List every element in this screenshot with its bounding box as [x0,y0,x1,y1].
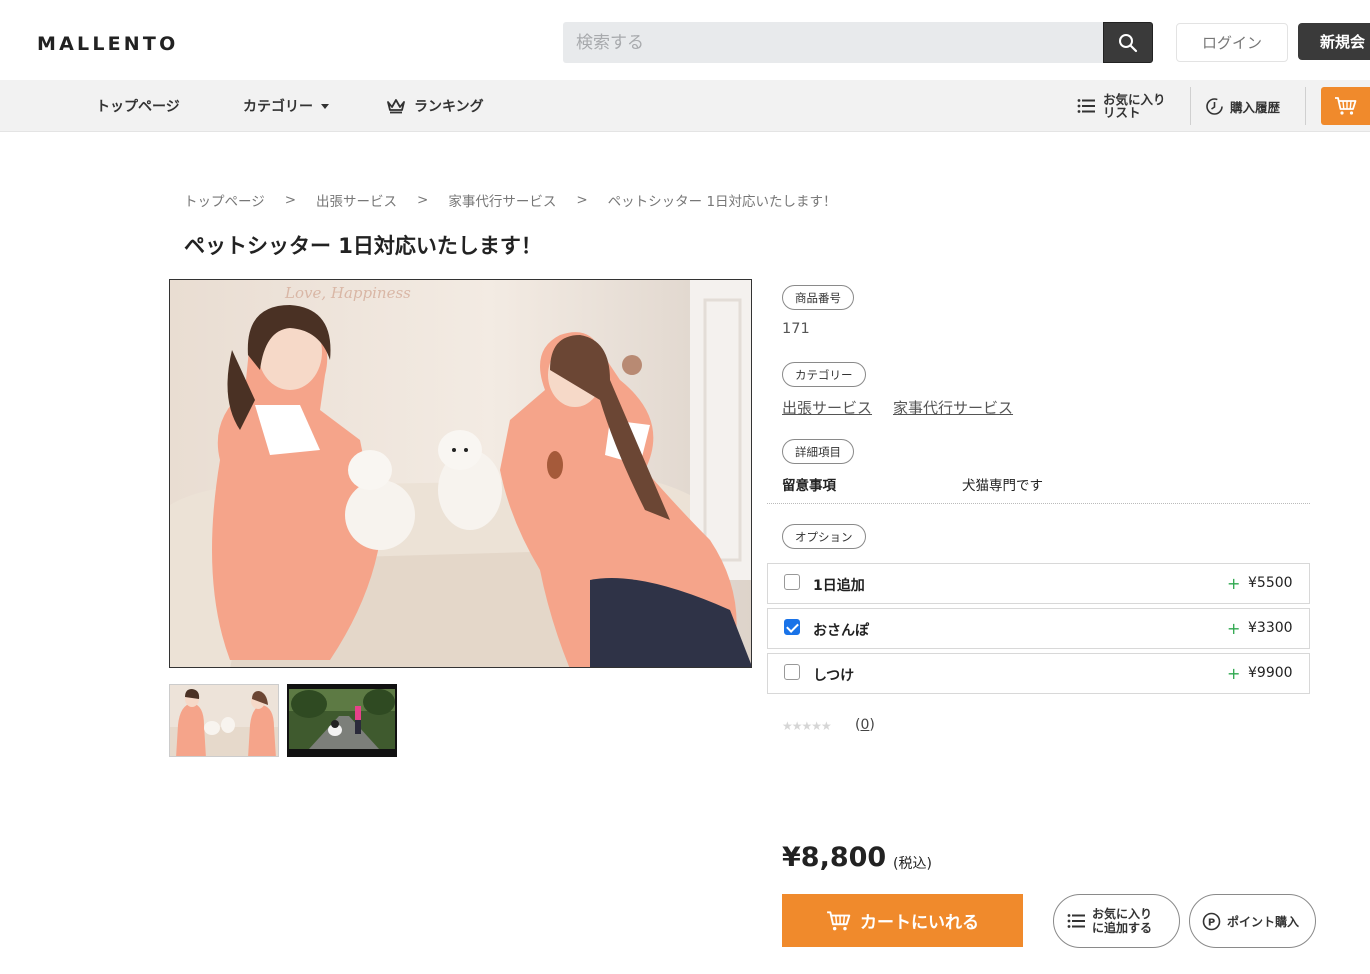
option-plus: + [1227,664,1241,683]
cart-icon [827,910,851,930]
thumbnail-illustration-2 [289,686,395,755]
option-plus: + [1227,619,1241,638]
product-thumbnail-2[interactable] [287,684,397,757]
option-row-walk[interactable]: おさんぽ + ¥3300 [767,608,1310,649]
detail-value: 犬猫専門です [962,478,1043,494]
option-label: おさんぽ [813,623,869,639]
option-checkbox[interactable] [784,574,800,590]
site-header: MALLENTO ログイン 新規会 [0,0,1370,80]
breadcrumb-item-housework[interactable]: 家事代行サービス [448,190,556,210]
nav-ranking[interactable]: ランキング [386,80,484,132]
register-button[interactable]: 新規会 [1298,23,1370,60]
nav-top-page[interactable]: トップページ [96,80,180,132]
option-price: ¥5500 [1248,575,1293,591]
breadcrumb-item-outing[interactable]: 出張サービス [316,190,397,210]
breadcrumb-item-current: ペットシッター 1日対応いたします！ [607,194,837,210]
search-button[interactable] [1103,22,1153,63]
cart-icon [1335,97,1357,115]
option-row-extra-day[interactable]: 1日追加 + ¥5500 [767,563,1310,604]
nav-divider [1190,87,1191,125]
chevron-down-icon [321,103,329,109]
product-photo-illustration: Love, Happiness [170,280,751,667]
breadcrumb-separator: > [417,192,429,208]
main-nav: トップページ カテゴリー ランキング お気に入り リスト 購入履歴 [0,80,1370,132]
thumbnail-illustration-1 [170,685,278,756]
list-icon [1067,914,1085,928]
point-purchase-label: ポイント購入 [1227,914,1300,929]
add-to-cart-label: カートにいれる [860,913,979,933]
point-icon: P [1202,912,1221,930]
nav-category-label: カテゴリー [243,99,313,115]
add-to-favorites-text: お気に入り に追加する [1092,907,1152,936]
option-checkbox[interactable] [784,619,800,635]
breadcrumb-separator: > [284,192,297,208]
option-label: 1日追加 [813,578,865,594]
product-main-image[interactable]: Love, Happiness [169,279,752,668]
search-icon [1119,33,1138,52]
site-logo[interactable]: MALLENTO [37,33,178,55]
point-purchase-button[interactable]: P ポイント購入 [1189,894,1316,948]
rating-stars: ★★★★★ [782,719,832,733]
page-title: ペットシッター 1日対応いたします！ [184,234,542,258]
option-checkbox[interactable] [784,664,800,680]
review-count: (0) [855,717,875,733]
options-badge: オプション [782,524,866,549]
breadcrumb-item-top[interactable]: トップページ [184,190,265,210]
clock-icon [1206,97,1223,115]
nav-ranking-label: ランキング [414,99,484,115]
detail-label: 留意事項 [782,478,836,494]
add-to-cart-button[interactable]: カートにいれる [782,894,1023,947]
search-input[interactable] [563,22,1104,63]
details-badge: 詳細項目 [782,439,854,464]
product-number-badge: 商品番号 [782,285,854,310]
category-badge: カテゴリー [782,362,866,387]
product-thumbnail-1[interactable] [169,684,279,757]
crown-icon [387,99,405,114]
nav-purchase-history-label: 購入履歴 [1230,99,1281,115]
category-link-housework[interactable]: 家事代行サービス [893,397,1013,418]
option-price: ¥3300 [1248,620,1293,636]
detail-row: 留意事項 犬猫専門です [767,468,1310,504]
nav-category[interactable]: カテゴリー [243,80,329,132]
add-to-favorites-line1: お気に入り [1092,906,1153,921]
nav-purchase-history[interactable]: 購入履歴 [1205,80,1280,132]
nav-favorites-text: お気に入り リスト [1103,93,1166,119]
breadcrumb: トップページ > 出張サービス > 家事代行サービス > ペットシッター 1日対… [184,190,837,210]
nav-divider [1305,87,1306,125]
category-link-outing[interactable]: 出張サービス [782,397,872,418]
option-plus: + [1227,574,1241,593]
nav-favorites[interactable]: お気に入り リスト [1077,80,1166,132]
nav-top-page-label: トップページ [96,99,180,115]
breadcrumb-separator: > [576,192,588,208]
login-button[interactable]: ログイン [1176,23,1288,62]
option-price: ¥9900 [1248,665,1293,681]
wall-script: Love, Happiness [284,284,411,302]
tax-note: (税込) [893,856,932,872]
product-price: ¥8,800 [782,842,887,873]
option-row-training[interactable]: しつけ + ¥9900 [767,653,1310,694]
list-icon [1077,99,1095,113]
add-to-favorites-button[interactable]: お気に入り に追加する [1053,894,1180,948]
product-number: 171 [782,321,810,337]
review-close-paren: ) [869,717,875,733]
nav-favorites-line2: リスト [1103,105,1141,120]
svg-text:P: P [1208,917,1215,928]
nav-cart-button[interactable] [1321,87,1370,125]
add-to-favorites-line2: に追加する [1092,921,1153,935]
option-label: しつけ [813,668,855,684]
